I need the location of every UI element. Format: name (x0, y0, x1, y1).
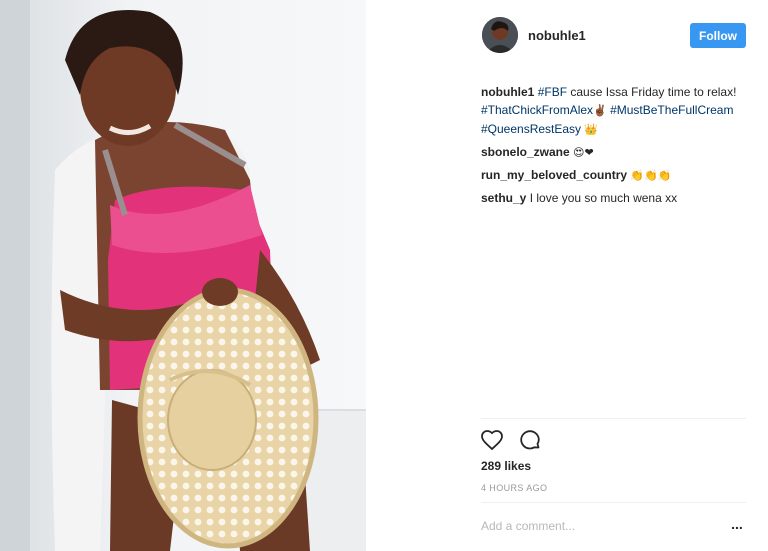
avatar-image (482, 17, 518, 53)
post-header: nobuhle1 Follow (366, 0, 768, 70)
comment-emoji: 👏👏👏 (630, 169, 672, 182)
comment-emoji: 😍❤ (573, 146, 594, 159)
comment-item: sbonelo_zwane 😍❤ (481, 143, 751, 162)
caption: nobuhle1 #FBF cause Issa Friday time to … (481, 83, 751, 139)
follow-button[interactable]: Follow (690, 23, 746, 48)
photo-illustration (0, 0, 366, 551)
add-comment-input[interactable] (481, 516, 711, 536)
comment-username[interactable]: sethu_y (481, 191, 526, 205)
heart-icon[interactable] (480, 428, 504, 452)
caption-text: cause Issa Friday time to relax! (570, 85, 737, 99)
crown-emoji: 👑 (584, 123, 599, 136)
post-timestamp[interactable]: 4 HOURS AGO (481, 483, 547, 493)
post-sidebar: nobuhle1 Follow nobuhle1 #FBF cause Issa… (366, 0, 768, 551)
comment-username[interactable]: run_my_beloved_country (481, 168, 627, 182)
post-photo[interactable] (0, 0, 366, 551)
avatar[interactable] (482, 17, 518, 53)
comment-item: run_my_beloved_country 👏👏👏 (481, 166, 751, 185)
comment-text: I love you so much wena xx (529, 191, 678, 205)
divider (481, 502, 746, 503)
header-username[interactable]: nobuhle1 (528, 28, 586, 43)
comments-list: nobuhle1 #FBF cause Issa Friday time to … (481, 83, 751, 211)
hashtag-link[interactable]: #FBF (538, 85, 567, 99)
comment-item: sethu_y I love you so much wena xx (481, 189, 751, 207)
comment-icon[interactable] (518, 428, 542, 452)
divider (481, 418, 746, 419)
hashtag-link[interactable]: #QueensRestEasy (481, 122, 581, 136)
more-options-icon[interactable]: ... (728, 517, 746, 534)
hashtag-link[interactable]: #MustBeTheFullCream (610, 103, 733, 117)
caption-username[interactable]: nobuhle1 (481, 85, 534, 99)
hashtag-link[interactable]: #ThatChickFromAlex (481, 103, 593, 117)
instagram-post: nobuhle1 Follow nobuhle1 #FBF cause Issa… (0, 0, 768, 551)
comment-username[interactable]: sbonelo_zwane (481, 145, 570, 159)
victory-hand-emoji: ✌🏾 (593, 104, 607, 117)
likes-count[interactable]: 289 likes (481, 459, 531, 473)
